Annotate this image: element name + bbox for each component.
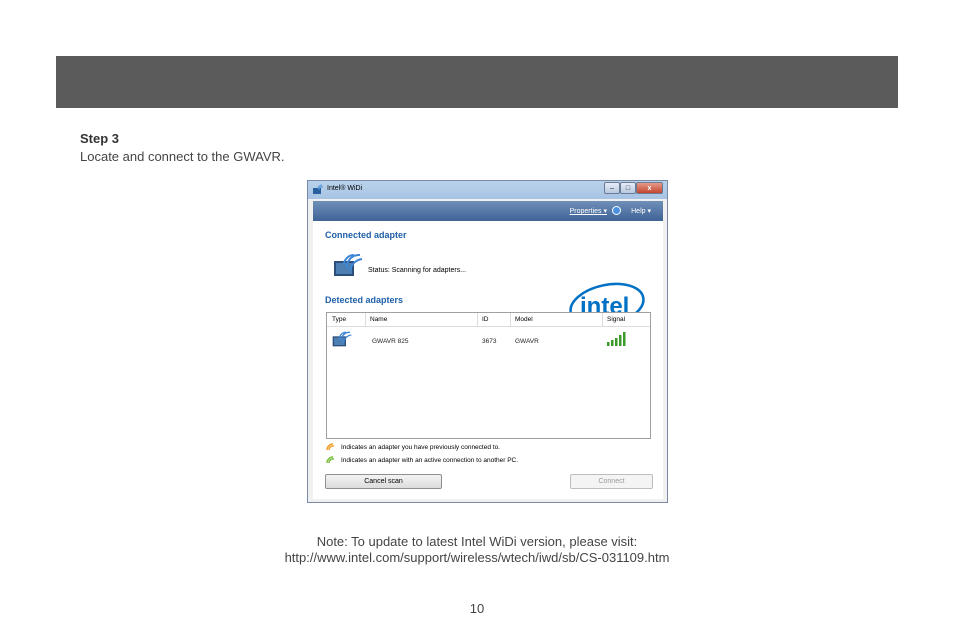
previous-connection-icon	[326, 443, 335, 451]
col-type[interactable]: Type	[332, 316, 346, 323]
properties-menu[interactable]: Properties ▾	[570, 207, 607, 215]
connected-adapter-heading: Connected adapter	[325, 230, 407, 240]
signal-bars-icon	[607, 332, 626, 346]
main-content: Connected adapter Status: Scanning for a…	[313, 221, 663, 499]
intel-widi-window: Intel® WiDi – □ x Properties ▾ Help ▾ Co…	[307, 180, 668, 503]
active-connection-icon	[326, 456, 335, 464]
help-menu[interactable]: Help ▾	[631, 207, 651, 215]
note-url[interactable]: http://www.intel.com/support/wireless/wt…	[0, 550, 954, 565]
column-divider[interactable]	[477, 313, 478, 326]
table-row[interactable]: GWAVR 825 3673 GWAVR	[327, 327, 650, 351]
adapter-id: 3673	[482, 338, 497, 345]
widi-app-icon	[313, 184, 324, 194]
status-text: Status: Scanning for adapters...	[368, 267, 467, 274]
window-title: Intel® WiDi	[327, 185, 363, 192]
adapter-model: GWAVR	[515, 338, 539, 345]
detected-adapters-heading: Detected adapters	[325, 295, 404, 305]
col-name[interactable]: Name	[370, 316, 387, 323]
col-model[interactable]: Model	[515, 316, 533, 323]
minimize-button[interactable]: –	[604, 182, 620, 194]
column-divider[interactable]	[365, 313, 366, 326]
help-circle-icon[interactable]	[612, 206, 621, 215]
header-banner	[56, 56, 898, 108]
step-description: Locate and connect to the GWAVR.	[80, 149, 285, 164]
adapter-name: GWAVR 825	[372, 338, 409, 345]
window-controls: – □ x	[604, 182, 663, 196]
connect-button[interactable]: Connect	[570, 474, 653, 489]
widi-adapter-icon	[334, 253, 363, 276]
step-title: Step 3	[80, 131, 120, 146]
menu-bar: Properties ▾ Help ▾	[313, 201, 663, 221]
table-header: Type Name ID Model Signal	[327, 313, 650, 327]
column-divider[interactable]	[602, 313, 603, 326]
legend-active-text: Indicates an adapter with an active conn…	[341, 457, 519, 464]
note-line-1: Note: To update to latest Intel WiDi ver…	[316, 534, 638, 549]
properties-label: Properties	[569, 208, 602, 215]
page-number: 10	[469, 601, 485, 616]
close-button[interactable]: x	[636, 182, 663, 194]
help-label: Help	[631, 208, 646, 215]
col-id[interactable]: ID	[482, 316, 489, 323]
adapters-table: Type Name ID Model Signal GWAVR 825 3673…	[326, 312, 651, 439]
window-titlebar[interactable]: Intel® WiDi – □ x	[308, 181, 667, 199]
widi-adapter-icon	[332, 331, 352, 347]
legend-previous-text: Indicates an adapter you have previously…	[341, 444, 500, 451]
maximize-button[interactable]: □	[620, 182, 636, 194]
col-signal[interactable]: Signal	[607, 316, 625, 323]
column-divider[interactable]	[510, 313, 511, 326]
cancel-scan-button[interactable]: Cancel scan	[325, 474, 442, 489]
